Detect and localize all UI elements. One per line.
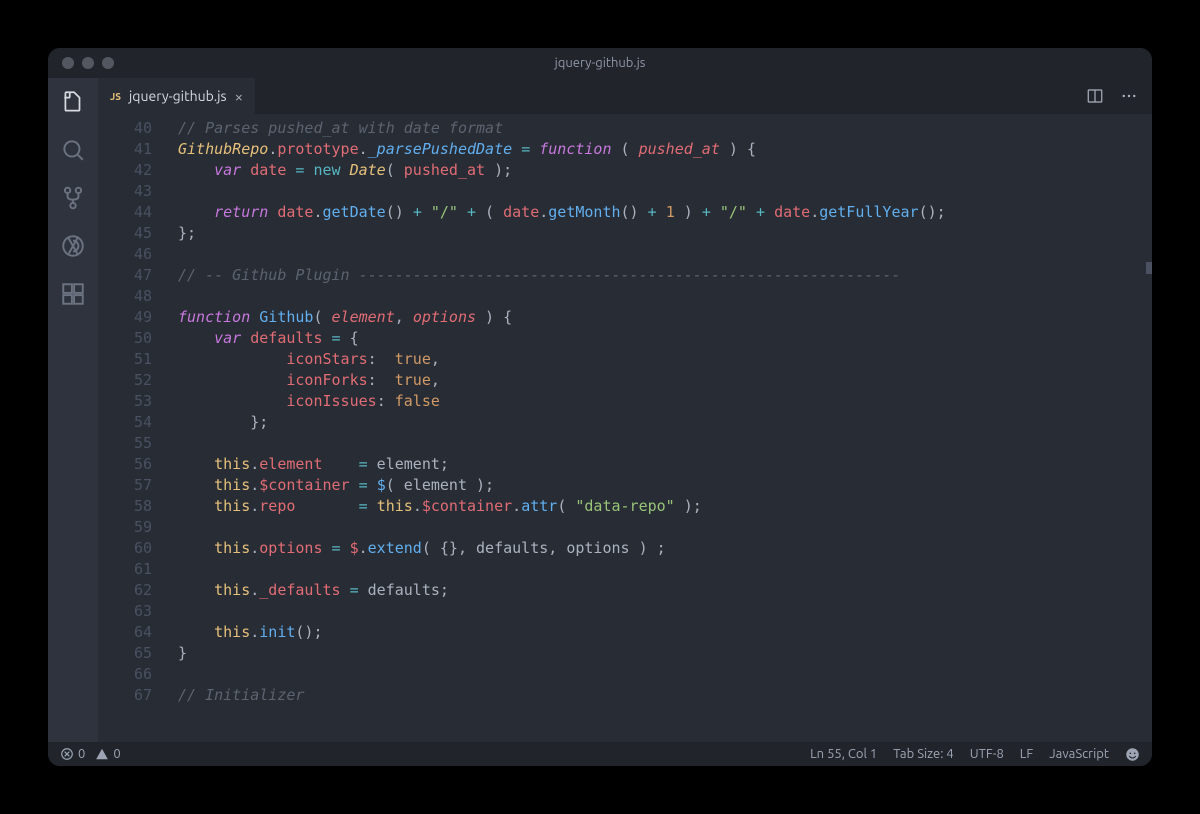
scrollbar-thumb[interactable]: [1146, 262, 1152, 274]
tab-bar: JS jquery-github.js ×: [98, 78, 1152, 114]
status-errors[interactable]: 0: [60, 747, 85, 761]
body-area: JS jquery-github.js × 404142434445464748…: [48, 78, 1152, 742]
line-number: 55: [98, 433, 152, 454]
code-line[interactable]: [178, 244, 1152, 265]
code-line[interactable]: [178, 286, 1152, 307]
code-line[interactable]: this._defaults = defaults;: [178, 580, 1152, 601]
traffic-lights: [48, 57, 114, 69]
code-line[interactable]: [178, 517, 1152, 538]
split-editor-icon[interactable]: [1086, 87, 1104, 105]
code-line[interactable]: var date = new Date( pushed_at );: [178, 160, 1152, 181]
code-line[interactable]: iconIssues: false: [178, 391, 1152, 412]
line-number: 58: [98, 496, 152, 517]
code-editor[interactable]: 4041424344454647484950515253545556575859…: [98, 114, 1152, 742]
feedback-icon[interactable]: [1125, 747, 1140, 762]
line-number: 64: [98, 622, 152, 643]
code-line[interactable]: this.init();: [178, 622, 1152, 643]
status-bar: 0 0 Ln 55, Col 1 Tab Size: 4 UTF-8 LF Ja…: [48, 742, 1152, 766]
activity-bar: [48, 78, 98, 742]
line-number: 62: [98, 580, 152, 601]
line-number: 45: [98, 223, 152, 244]
line-number: 44: [98, 202, 152, 223]
status-encoding[interactable]: UTF-8: [970, 747, 1004, 761]
line-number: 50: [98, 328, 152, 349]
code-line[interactable]: // Parses pushed_at with date format: [178, 118, 1152, 139]
code-content[interactable]: // Parses pushed_at with date formatGith…: [178, 118, 1152, 742]
line-number: 66: [98, 664, 152, 685]
line-number: 65: [98, 643, 152, 664]
extensions-icon[interactable]: [59, 280, 87, 308]
code-line[interactable]: this.repo = this.$container.attr( "data-…: [178, 496, 1152, 517]
line-number: 53: [98, 391, 152, 412]
status-eol[interactable]: LF: [1020, 747, 1033, 761]
status-tab-size[interactable]: Tab Size: 4: [893, 747, 954, 761]
code-line[interactable]: function Github( element, options ) {: [178, 307, 1152, 328]
code-line[interactable]: };: [178, 223, 1152, 244]
status-language[interactable]: JavaScript: [1049, 747, 1109, 761]
code-line[interactable]: };: [178, 412, 1152, 433]
search-icon[interactable]: [59, 136, 87, 164]
status-warnings[interactable]: 0: [95, 747, 120, 761]
line-number: 46: [98, 244, 152, 265]
tab-actions: [1086, 78, 1152, 114]
minimize-window-button[interactable]: [82, 57, 94, 69]
code-line[interactable]: [178, 664, 1152, 685]
code-line[interactable]: this.element = element;: [178, 454, 1152, 475]
line-number: 59: [98, 517, 152, 538]
code-line[interactable]: iconForks: true,: [178, 370, 1152, 391]
debug-icon[interactable]: [59, 232, 87, 260]
close-tab-icon[interactable]: ×: [235, 88, 243, 105]
code-line[interactable]: var defaults = {: [178, 328, 1152, 349]
code-line[interactable]: return date.getDate() + "/" + ( date.get…: [178, 202, 1152, 223]
status-cursor-position[interactable]: Ln 55, Col 1: [810, 747, 877, 761]
code-line[interactable]: }: [178, 643, 1152, 664]
line-number: 40: [98, 118, 152, 139]
code-line[interactable]: [178, 559, 1152, 580]
maximize-window-button[interactable]: [102, 57, 114, 69]
line-number: 42: [98, 160, 152, 181]
code-line[interactable]: [178, 601, 1152, 622]
line-number: 60: [98, 538, 152, 559]
editor-area: JS jquery-github.js × 404142434445464748…: [98, 78, 1152, 742]
explorer-icon[interactable]: [59, 88, 87, 116]
line-number: 51: [98, 349, 152, 370]
line-number-gutter: 4041424344454647484950515253545556575859…: [98, 118, 178, 742]
line-number: 63: [98, 601, 152, 622]
code-line[interactable]: // -- Github Plugin --------------------…: [178, 265, 1152, 286]
titlebar[interactable]: jquery-github.js: [48, 48, 1152, 78]
code-line[interactable]: [178, 181, 1152, 202]
line-number: 48: [98, 286, 152, 307]
line-number: 41: [98, 139, 152, 160]
code-line[interactable]: this.$container = $( element );: [178, 475, 1152, 496]
code-line[interactable]: iconStars: true,: [178, 349, 1152, 370]
line-number: 56: [98, 454, 152, 475]
source-control-icon[interactable]: [59, 184, 87, 212]
line-number: 67: [98, 685, 152, 706]
line-number: 57: [98, 475, 152, 496]
line-number: 54: [98, 412, 152, 433]
code-line[interactable]: // Initializer: [178, 685, 1152, 706]
code-line[interactable]: GithubRepo.prototype._parsePushedDate = …: [178, 139, 1152, 160]
line-number: 49: [98, 307, 152, 328]
line-number: 61: [98, 559, 152, 580]
code-line[interactable]: [178, 433, 1152, 454]
code-line[interactable]: this.options = $.extend( {}, defaults, o…: [178, 538, 1152, 559]
tab-language-badge: JS: [110, 91, 121, 102]
close-window-button[interactable]: [62, 57, 74, 69]
tab-jquery-github[interactable]: JS jquery-github.js ×: [98, 78, 255, 114]
window-title: jquery-github.js: [48, 56, 1152, 70]
line-number: 43: [98, 181, 152, 202]
line-number: 52: [98, 370, 152, 391]
editor-window: jquery-github.js JS jquery: [48, 48, 1152, 766]
tab-filename: jquery-github.js: [129, 88, 227, 104]
more-actions-icon[interactable]: [1120, 87, 1138, 105]
line-number: 47: [98, 265, 152, 286]
